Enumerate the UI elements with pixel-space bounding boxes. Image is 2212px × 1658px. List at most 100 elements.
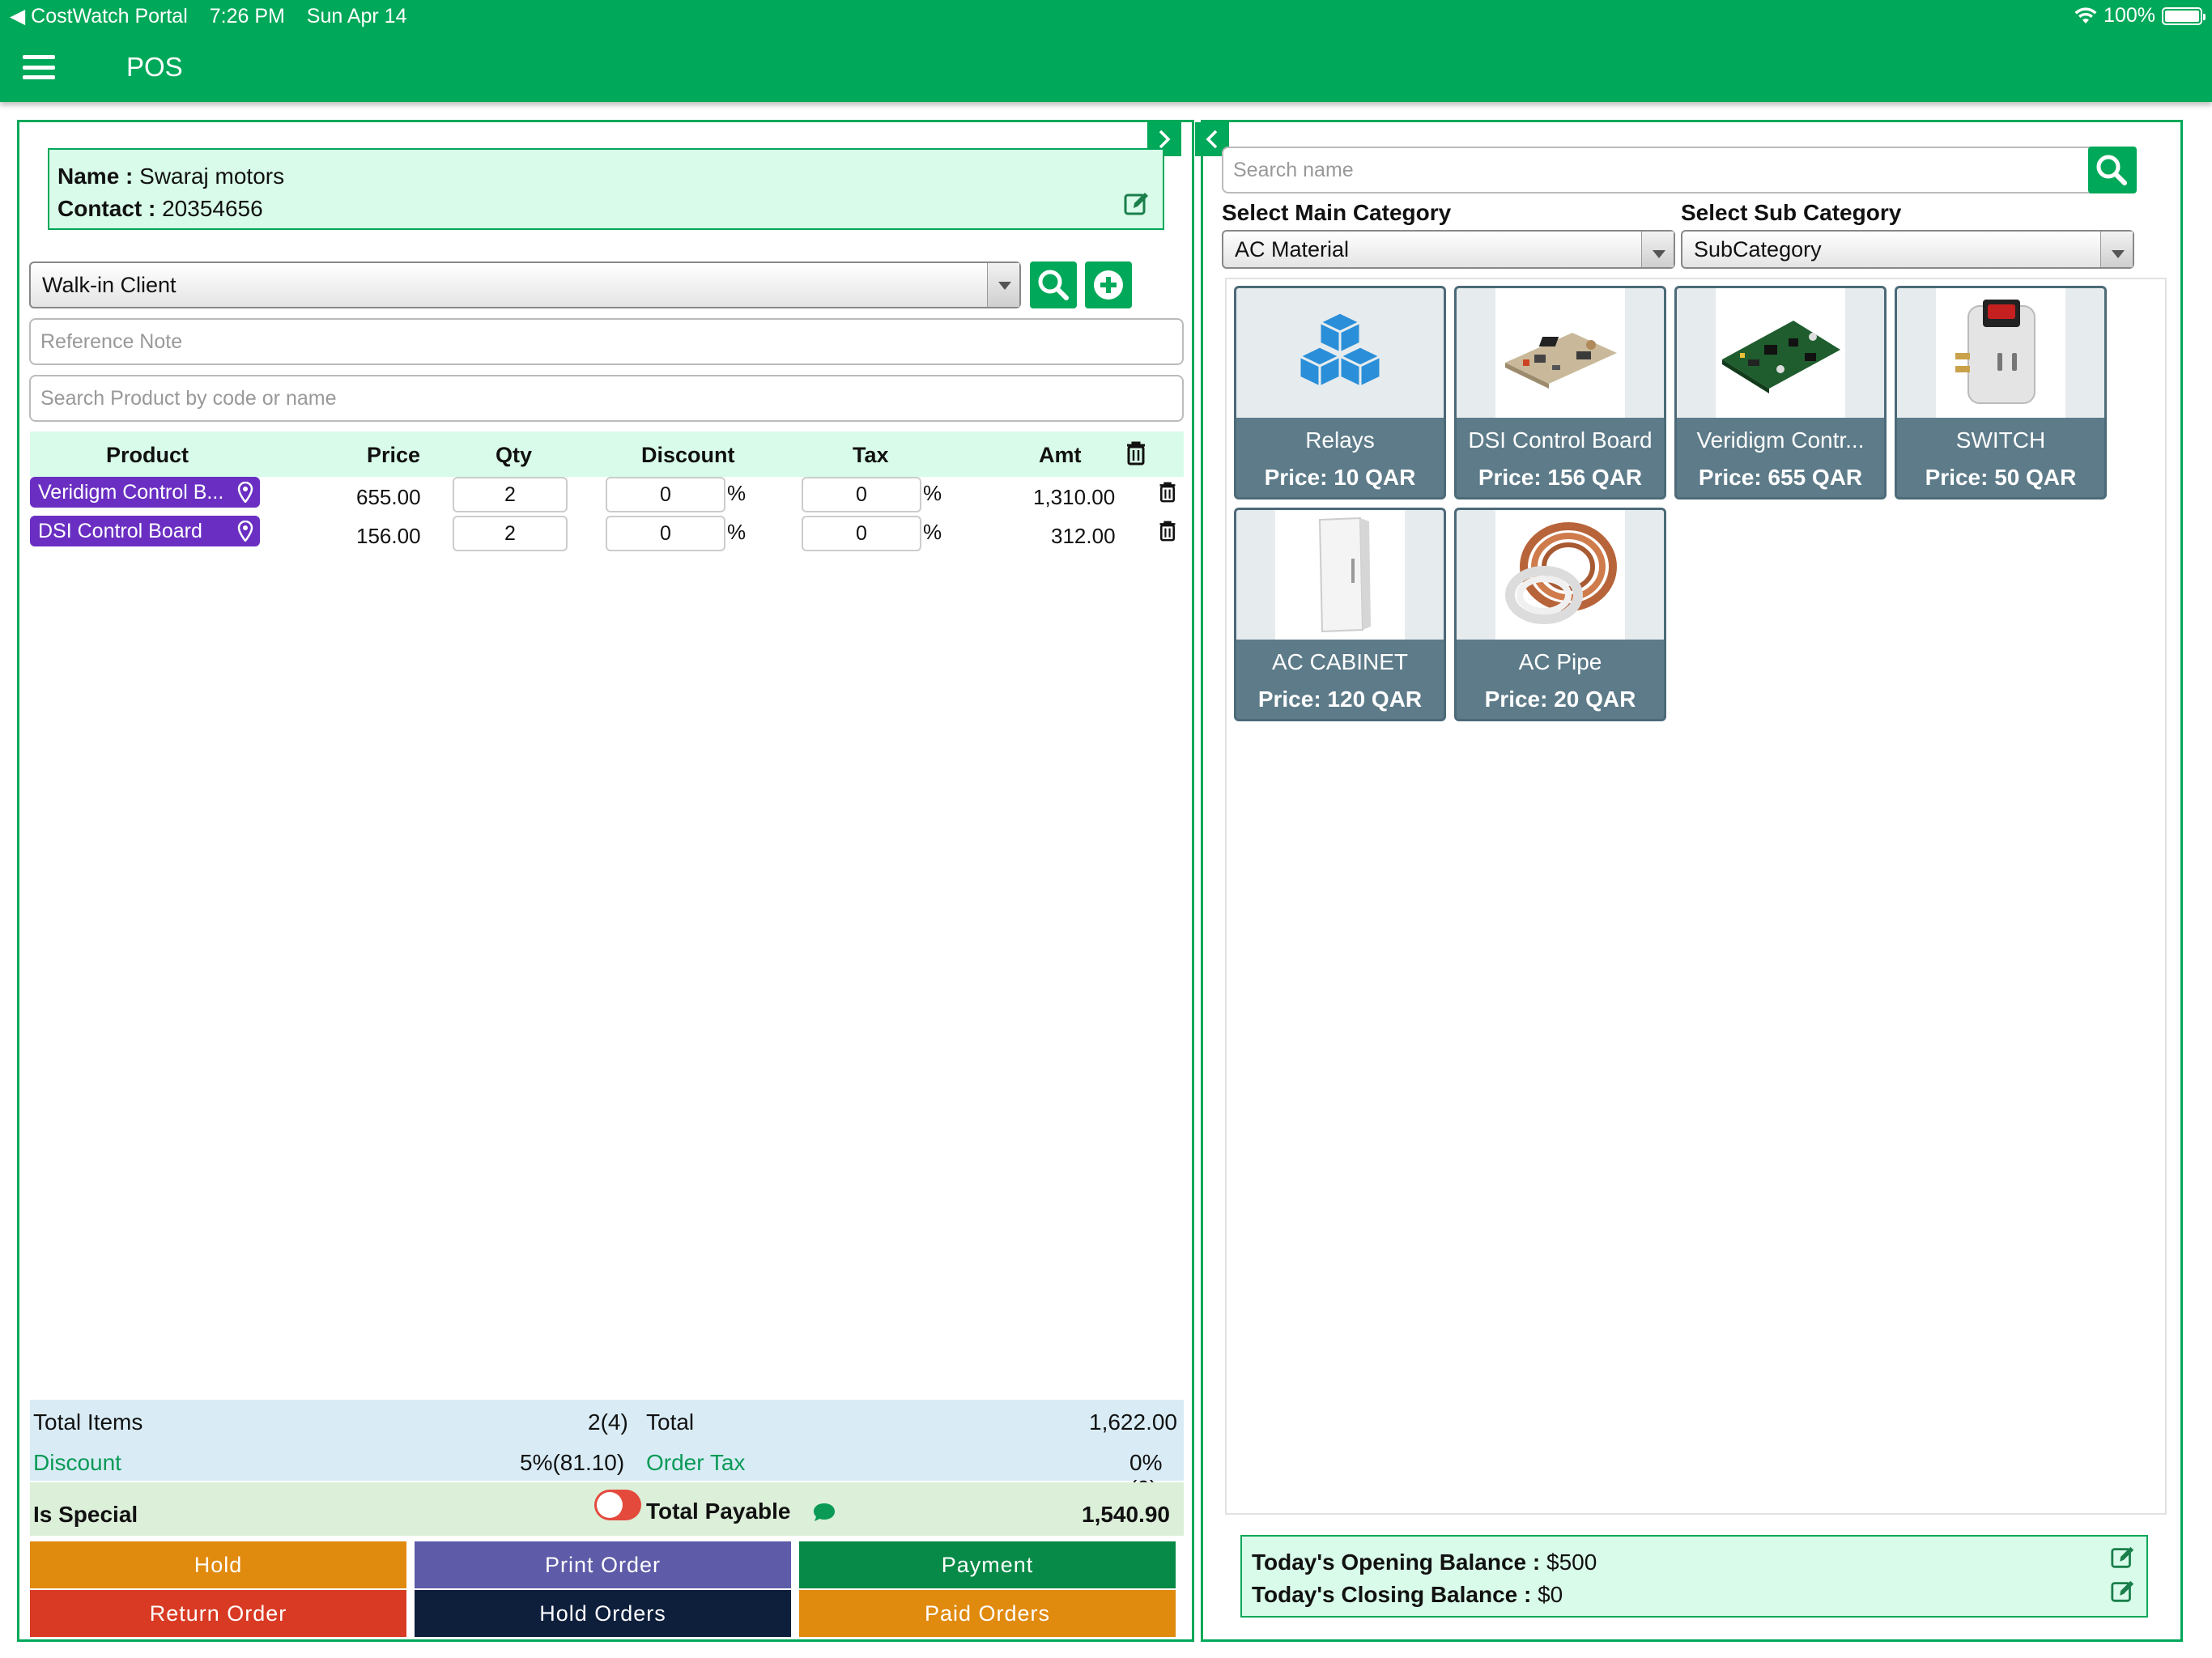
header-qty: Qty — [496, 443, 533, 467]
delete-row-trash-icon[interactable] — [1158, 520, 1177, 542]
battery-percent: 100% — [2104, 4, 2155, 27]
circuit-board-image — [1505, 333, 1617, 389]
discount-input[interactable] — [606, 516, 725, 551]
total-items-label: Total Items — [33, 1409, 143, 1435]
balance-card: Today's Opening Balance : $500 Today's C… — [1240, 1535, 2148, 1618]
add-client-button[interactable] — [1085, 261, 1132, 308]
header-product: Product — [106, 443, 189, 467]
order-tax-link[interactable]: Order Tax — [646, 1450, 745, 1476]
tax-input[interactable] — [802, 516, 921, 551]
discount-input[interactable] — [606, 477, 725, 512]
tax-input[interactable] — [802, 477, 921, 512]
return-order-button[interactable]: Return Order — [30, 1590, 406, 1637]
catalog-search-button[interactable] — [2088, 147, 2137, 193]
customer-contact-label: Contact : — [57, 196, 156, 221]
payment-button[interactable]: Payment — [799, 1541, 1176, 1588]
opening-balance-value: $500 — [1546, 1550, 1597, 1575]
main-category-select[interactable]: AC Material — [1222, 230, 1675, 269]
product-price: Price: 50 QAR — [1925, 465, 2077, 490]
print-order-button[interactable]: Print Order — [415, 1541, 791, 1588]
discount-link[interactable]: Discount — [33, 1450, 121, 1476]
product-card[interactable]: DSI Control Board Price: 156 QAR — [1454, 286, 1666, 500]
summary-row-discount: Discount 5%(81.10) Order Tax 0%(0) — [30, 1440, 1184, 1501]
summary-row-totals: Total Items 2(4) Total 1,622.00 — [30, 1400, 1184, 1440]
product-name: Veridigm Contr... — [1696, 427, 1865, 453]
status-bar-left: ◀ CostWatch Portal 7:26 PM Sun Apr 14 — [10, 4, 423, 28]
cart-product-pill[interactable]: Veridigm Control B... — [30, 477, 260, 508]
chevron-down-icon — [1641, 232, 1674, 267]
cart-product-pill[interactable]: DSI Control Board — [30, 516, 260, 546]
clear-cart-trash-icon[interactable] — [1125, 440, 1147, 466]
delete-row-trash-icon[interactable] — [1158, 481, 1177, 504]
hold-button[interactable]: Hold — [30, 1541, 406, 1588]
reference-note-input[interactable] — [29, 318, 1184, 365]
main-category-label: Select Main Category — [1222, 200, 1452, 225]
app-header: ◀ CostWatch Portal 7:26 PM Sun Apr 14 10… — [0, 0, 2212, 102]
cart-panel: Name : Swaraj motors Contact : 20354656 … — [17, 120, 1194, 1642]
total-value: 1,622.00 — [1089, 1409, 1177, 1435]
customer-name-label: Name : — [57, 164, 134, 189]
header-tax: Tax — [853, 443, 889, 467]
qty-input[interactable] — [453, 516, 568, 551]
comment-icon[interactable] — [812, 1502, 836, 1523]
is-special-label: Is Special — [33, 1502, 138, 1527]
product-card[interactable]: AC Pipe Price: 20 QAR — [1454, 508, 1666, 721]
status-bar-right: 100% — [2074, 4, 2206, 28]
product-card[interactable]: Relays Price: 10 QAR — [1234, 286, 1446, 500]
total-payable-value: 1,540.90 — [1082, 1502, 1170, 1527]
cart-table-header: Product Price Qty Discount Tax Amt — [30, 432, 1184, 477]
closing-balance-label: Today's Closing Balance : — [1252, 1582, 1532, 1607]
sub-category-value: SubCategory — [1694, 237, 1822, 261]
product-price: Price: 10 QAR — [1264, 465, 1416, 490]
status-time: 7:26 PM — [209, 5, 285, 28]
summary-row-payable: Is Special Total Payable 1,540.90 — [30, 1482, 1184, 1536]
back-to-app-link[interactable]: ◀ CostWatch Portal — [10, 5, 188, 28]
total-payable-label: Total Payable — [646, 1499, 791, 1524]
product-image — [1236, 510, 1444, 640]
product-name: Relays — [1305, 427, 1375, 453]
chevron-down-icon — [987, 263, 1019, 307]
product-price: Price: 156 QAR — [1478, 465, 1643, 490]
sub-category-select[interactable]: SubCategory — [1681, 230, 2134, 269]
customer-name: Swaraj motors — [139, 164, 285, 189]
cart-row-amount: 312.00 — [1051, 524, 1116, 548]
product-name: SWITCH — [1955, 427, 2046, 453]
customer-info-card: Name : Swaraj motors Contact : 20354656 — [48, 148, 1164, 230]
tax-percent-sign: % — [923, 520, 942, 544]
product-name: DSI Control Board — [1468, 427, 1653, 453]
location-pin-icon — [237, 482, 253, 503]
circuit-board-image — [1722, 321, 1840, 393]
customer-contact: 20354656 — [162, 196, 263, 221]
paid-orders-button[interactable]: Paid Orders — [799, 1590, 1176, 1637]
qty-input[interactable] — [453, 477, 568, 512]
product-name: AC CABINET — [1271, 649, 1409, 674]
plus-circle-icon — [1094, 270, 1123, 300]
product-price: Price: 655 QAR — [1698, 465, 1863, 490]
edit-closing-balance-icon[interactable] — [2110, 1579, 2136, 1605]
edit-opening-balance-icon[interactable] — [2110, 1545, 2136, 1571]
battery-icon — [2162, 6, 2206, 25]
search-icon — [2096, 155, 2127, 185]
switch-plug-image — [1955, 300, 2035, 404]
search-client-button[interactable] — [1030, 261, 1077, 308]
chevron-down-icon — [2100, 232, 2133, 267]
menu-icon[interactable] — [23, 55, 55, 79]
location-pin-icon — [237, 521, 253, 542]
is-special-toggle[interactable] — [594, 1490, 641, 1520]
header-price: Price — [367, 443, 421, 467]
cart-product-name: Veridigm Control B... — [38, 481, 224, 504]
product-price: Price: 20 QAR — [1484, 687, 1636, 712]
product-card[interactable]: AC CABINET Price: 120 QAR — [1234, 508, 1446, 721]
product-card[interactable]: SWITCH Price: 50 QAR — [1895, 286, 2107, 500]
product-image — [1677, 288, 1884, 418]
tax-percent-sign: % — [923, 481, 942, 505]
edit-icon[interactable] — [1123, 190, 1151, 218]
discount-value: 5%(81.10) — [520, 1450, 625, 1475]
product-card[interactable]: Veridigm Contr... Price: 655 QAR — [1674, 286, 1887, 500]
product-search-input[interactable] — [29, 375, 1184, 422]
hold-orders-button[interactable]: Hold Orders — [415, 1590, 791, 1637]
main-category-value: AC Material — [1235, 237, 1350, 261]
catalog-search-input[interactable] — [1222, 147, 2108, 193]
client-select[interactable]: Walk-in Client — [29, 261, 1021, 308]
sub-category-label: Select Sub Category — [1681, 200, 1902, 225]
